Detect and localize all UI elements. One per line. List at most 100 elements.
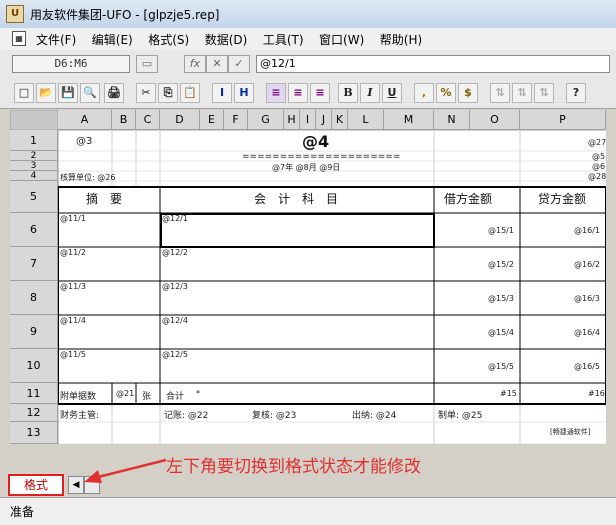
row-header-7[interactable]: 7 xyxy=(10,247,58,281)
open-icon[interactable]: 📂 xyxy=(36,83,56,103)
col-header-j[interactable]: J xyxy=(316,110,332,130)
cell-summary-3[interactable]: @11/3 xyxy=(60,282,86,291)
cell-debit-2[interactable]: @15/2 xyxy=(488,260,514,269)
confirm-formula-button[interactable]: ✓ xyxy=(228,55,250,73)
paste-icon[interactable]: 📋 xyxy=(180,83,200,103)
sort-icon[interactable]: ⇅ xyxy=(490,83,510,103)
column-width-icon[interactable]: H xyxy=(234,83,254,103)
cell-attachment-unit[interactable]: 张 xyxy=(142,389,151,402)
menu-data[interactable]: 数据(D) xyxy=(205,31,248,48)
row-header-8[interactable]: 8 xyxy=(10,281,58,315)
col-header-i[interactable]: I xyxy=(300,110,316,130)
cell-subject-2[interactable]: @12/2 xyxy=(162,248,188,257)
cell-credit-3[interactable]: @16/3 xyxy=(574,294,600,303)
align-left-icon[interactable]: ≡ xyxy=(266,83,286,103)
cell-total-star[interactable]: * xyxy=(196,389,200,398)
cell-credit-1[interactable]: @16/1 xyxy=(574,226,600,235)
row-header-13[interactable]: 13 xyxy=(10,422,58,444)
row-header-11[interactable]: 11 xyxy=(10,383,58,404)
cell-attachment-label[interactable]: 附单据数 xyxy=(60,389,96,402)
col-header-h[interactable]: H xyxy=(284,110,300,130)
currency-icon[interactable]: $ xyxy=(458,83,478,103)
cell-debit-4[interactable]: @15/4 xyxy=(488,328,514,337)
name-box-button[interactable]: ▭ xyxy=(136,55,158,73)
header-debit[interactable]: 借方金额 xyxy=(444,190,492,207)
cell-software-tag[interactable]: [畅捷通软件] xyxy=(550,427,590,437)
cell-reviewer[interactable]: 复核: @23 xyxy=(252,408,296,421)
row-header-4[interactable]: 4 xyxy=(10,171,58,181)
preview-icon[interactable]: 🔍 xyxy=(80,83,100,103)
cell-credit-5[interactable]: @16/5 xyxy=(574,362,600,371)
copy-icon[interactable]: ⎘ xyxy=(158,83,178,103)
cell-debit-5[interactable]: @15/5 xyxy=(488,362,514,371)
col-header-c[interactable]: C xyxy=(136,110,160,130)
col-header-m[interactable]: M xyxy=(384,110,434,130)
fx-button[interactable]: fx xyxy=(184,55,206,73)
col-header-d[interactable]: D xyxy=(160,110,200,130)
percent-icon[interactable]: % xyxy=(436,83,456,103)
menu-edit[interactable]: 编辑(E) xyxy=(92,31,133,48)
row-header-2[interactable]: 2 xyxy=(10,151,58,161)
header-credit[interactable]: 贷方金额 xyxy=(538,190,586,207)
cell-summary-4[interactable]: @11/4 xyxy=(60,316,86,325)
row-header-5[interactable]: 5 xyxy=(10,181,58,213)
cell-debit-3[interactable]: @15/3 xyxy=(488,294,514,303)
menu-format[interactable]: 格式(S) xyxy=(148,31,189,48)
row-header-6[interactable]: 6 xyxy=(10,213,58,247)
cell-total-label[interactable]: 合计 xyxy=(166,389,184,402)
cell-subject-3[interactable]: @12/3 xyxy=(162,282,188,291)
col-header-k[interactable]: K xyxy=(332,110,348,130)
align-center-icon[interactable]: ≡ xyxy=(288,83,308,103)
col-header-f[interactable]: F xyxy=(224,110,248,130)
italic-icon[interactable]: I xyxy=(360,83,380,103)
sort-descending-icon[interactable]: ⇅ xyxy=(534,83,554,103)
row-header-3[interactable]: 3 xyxy=(10,161,58,171)
new-icon[interactable]: □ xyxy=(14,83,34,103)
col-header-g[interactable]: G xyxy=(248,110,284,130)
col-header-a[interactable]: A xyxy=(58,110,112,130)
cell-manager[interactable]: 财务主管: xyxy=(60,408,99,421)
save-icon[interactable]: 💾 xyxy=(58,83,78,103)
cell-subject-4[interactable]: @12/4 xyxy=(162,316,188,325)
menu-file[interactable]: 文件(F) xyxy=(36,31,76,48)
cell-debit-1[interactable]: @15/1 xyxy=(488,226,514,235)
col-header-b[interactable]: B xyxy=(112,110,136,130)
formula-input[interactable]: @12/1 xyxy=(256,55,610,73)
col-header-o[interactable]: O xyxy=(470,110,520,130)
cell-date[interactable]: @7年 @8月 @9日 xyxy=(272,162,340,173)
cancel-formula-button[interactable]: ✕ xyxy=(206,55,228,73)
cell-a1[interactable]: @3 xyxy=(76,136,92,147)
cell-summary-2[interactable]: @11/2 xyxy=(60,248,86,257)
cell-p1[interactable]: @27 xyxy=(588,138,606,147)
spreadsheet[interactable]: A B C D E F G H I J K L M N O P 1 2 3 4 … xyxy=(10,110,606,444)
cell-maker[interactable]: 制单: @25 xyxy=(438,408,482,421)
menu-help[interactable]: 帮助(H) xyxy=(380,31,422,48)
cell-summary-5[interactable]: @11/5 xyxy=(60,350,86,359)
cell-total-credit[interactable]: #16 xyxy=(588,389,605,398)
cell-cashier[interactable]: 出纳: @24 xyxy=(352,408,396,421)
cell-credit-4[interactable]: @16/4 xyxy=(574,328,600,337)
cell-reference-box[interactable]: D6:M6 xyxy=(12,55,130,73)
format-mode-tab[interactable]: 格式 xyxy=(8,474,64,496)
document-icon[interactable]: ▦ xyxy=(12,31,26,46)
cell-attachment-count[interactable]: @21 xyxy=(116,389,134,398)
cell-subject-1[interactable]: @12/1 xyxy=(162,214,188,223)
row-header-1[interactable]: 1 xyxy=(10,130,58,151)
thousands-separator-icon[interactable]: , xyxy=(414,83,434,103)
menu-window[interactable]: 窗口(W) xyxy=(319,31,364,48)
help-icon[interactable]: ? xyxy=(566,83,586,103)
bold-icon[interactable]: B xyxy=(338,83,358,103)
cell-credit-2[interactable]: @16/2 xyxy=(574,260,600,269)
row-header-12[interactable]: 12 xyxy=(10,404,58,422)
cell-summary-1[interactable]: @11/1 xyxy=(60,214,86,223)
print-icon[interactable]: 🖨 xyxy=(104,83,124,103)
row-header-9[interactable]: 9 xyxy=(10,315,58,349)
cell-total-debit[interactable]: #15 xyxy=(500,389,517,398)
col-header-l[interactable]: L xyxy=(348,110,384,130)
row-header-10[interactable]: 10 xyxy=(10,349,58,383)
col-header-n[interactable]: N xyxy=(434,110,470,130)
cell-subject-5[interactable]: @12/5 xyxy=(162,350,188,359)
cell-title[interactable]: @4 xyxy=(302,132,329,151)
menu-tools[interactable]: 工具(T) xyxy=(263,31,304,48)
col-header-p[interactable]: P xyxy=(520,110,606,130)
